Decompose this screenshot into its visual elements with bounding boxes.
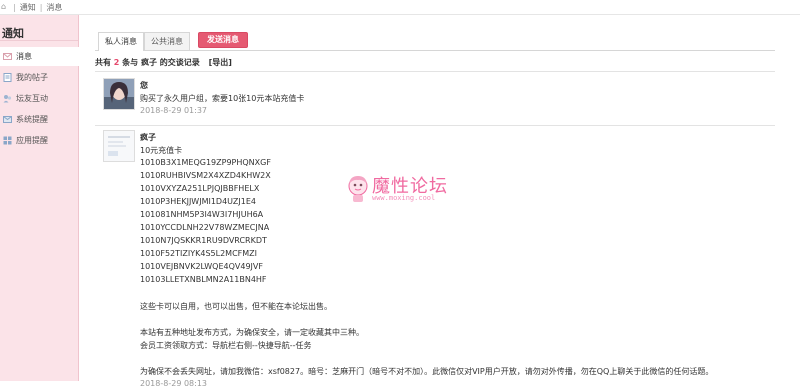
sidebar-item-label: 我的帖子 — [16, 73, 48, 82]
card-code: 1010YCCDLNH22V78WZMECJNA — [140, 223, 270, 232]
card-title: 10元充值卡 — [140, 146, 183, 155]
breadcrumb-separator: | — [13, 2, 16, 12]
watermark-url: www.moxing.cool — [372, 194, 436, 202]
message-body: 疯子 10元充值卡 1010B3X1MEQG19ZP9PHQNXGF 1010R… — [140, 132, 780, 391]
tab-public-messages[interactable]: 公共消息 — [144, 32, 190, 50]
message-icon — [3, 52, 12, 61]
card-code: 1010VEJBNVK2LWQE4QV49JVF — [140, 262, 263, 271]
sender-name: 疯子 — [140, 133, 156, 142]
sidebar-item-label: 坛友互动 — [16, 94, 48, 103]
sidebar-item-label: 消息 — [16, 52, 32, 61]
card-code: 1010B3X1MEQG19ZP9PHQNXGF — [140, 158, 271, 167]
sender-name: 您 — [140, 81, 148, 90]
home-icon[interactable]: ⌂ — [1, 3, 9, 11]
conversation-summary: 共有 2 条与 疯子 的交谈记录 [导出] — [95, 57, 232, 68]
system-icon — [3, 115, 12, 124]
sidebar-title: 通知 — [0, 15, 78, 41]
sidebar-item-interaction[interactable]: 坛友互动 — [0, 89, 78, 108]
watermark-logo — [348, 176, 368, 202]
send-message-button[interactable]: 发送消息 — [198, 32, 248, 48]
divider — [95, 71, 775, 72]
sidebar-item-system[interactable]: 系统提醒 — [0, 110, 78, 129]
summary-middle: 条与 — [122, 58, 139, 67]
message-note: 为确保不会丢失网址，请加我微信：xsf0827。暗号：芝麻开门（暗号不对不加）。… — [140, 367, 714, 376]
breadcrumb-item-message: 消息 — [46, 2, 63, 12]
export-link[interactable]: [导出] — [209, 58, 232, 67]
site-watermark: 魔性论坛 www.moxing.cool — [345, 172, 465, 212]
breadcrumb-item-notice[interactable]: 通知 — [20, 2, 36, 13]
divider — [95, 125, 775, 126]
app-icon — [3, 136, 12, 145]
breadcrumb-separator: | — [39, 2, 43, 12]
message-text: 购买了永久用户组，索要10张10元本站充值卡 — [140, 94, 305, 103]
sidebar-item-message[interactable]: 消息 — [0, 47, 79, 66]
message-time: 2018-8-29 01:37 — [140, 106, 207, 115]
summary-prefix: 共有 — [95, 58, 111, 67]
message-note: 会员工资领取方式：导航栏右侧--快捷导航--任务 — [140, 341, 312, 350]
sidebar-item-my-posts[interactable]: 我的帖子 — [0, 68, 78, 87]
sidebar: 通知 消息 我的帖子 坛友互动 系统提醒 应用提醒 — [0, 15, 79, 381]
interaction-icon — [3, 94, 12, 103]
message-body: 您 购买了永久用户组，索要10张10元本站充值卡 2018-8-29 01:37 — [140, 80, 780, 118]
tab-private-messages[interactable]: 私人消息 — [98, 32, 144, 51]
card-code: 1010N7JQSKKR1RU9DVRCRKDT — [140, 236, 267, 245]
sidebar-menu: 消息 我的帖子 坛友互动 系统提醒 应用提醒 — [0, 47, 79, 150]
sidebar-item-label: 系统提醒 — [16, 115, 48, 124]
avatar[interactable] — [103, 78, 135, 110]
summary-suffix: 的交谈记录 — [159, 58, 200, 67]
card-code: 10103LLETXNBLMN2A11BN4HF — [140, 275, 267, 284]
message-note: 这些卡可以自用，也可以出售，但不能在本论坛出售。 — [140, 302, 332, 311]
sidebar-item-app[interactable]: 应用提醒 — [0, 131, 78, 150]
breadcrumb: ⌂ | 通知 | 消息 — [0, 0, 800, 15]
message-count: 2 — [113, 58, 120, 67]
sidebar-item-label: 应用提醒 — [16, 136, 48, 145]
card-code: 1010F52TIZIYK4S5L2MCFMZI — [140, 249, 257, 258]
avatar[interactable] — [103, 130, 135, 162]
message-note: 本站有五种地址发布方式，为确保安全，请一定收藏其中三种。 — [140, 328, 364, 337]
post-icon — [3, 73, 12, 82]
conversation-user[interactable]: 疯子 — [141, 58, 157, 67]
message-tabs: 私人消息 公共消息 发送消息 — [95, 32, 775, 51]
